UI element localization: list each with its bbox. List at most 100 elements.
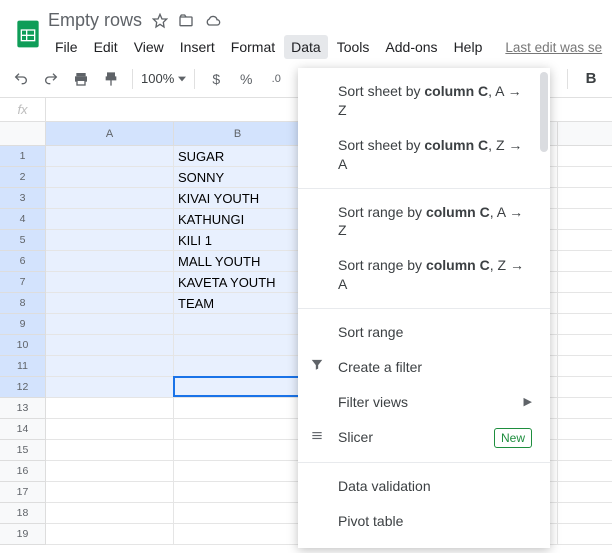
cell-A8[interactable]: [46, 293, 174, 314]
row-header-19[interactable]: 19: [0, 524, 46, 545]
row-header-13[interactable]: 13: [0, 398, 46, 419]
menu-randomize-range[interactable]: Randomize range: [298, 539, 550, 548]
cell-B8[interactable]: TEAM: [174, 293, 302, 314]
menu-create-filter[interactable]: Create a filter: [298, 350, 550, 385]
select-all-corner[interactable]: [0, 122, 46, 146]
cell-A7[interactable]: [46, 272, 174, 293]
cell-B5[interactable]: KILI 1: [174, 230, 302, 251]
cell-E8[interactable]: [558, 293, 612, 314]
cell-E9[interactable]: [558, 314, 612, 335]
menu-sort-sheet-az[interactable]: Sort sheet by column C, A → Z: [298, 74, 550, 128]
cell-A15[interactable]: [46, 440, 174, 461]
menu-help[interactable]: Help: [447, 35, 490, 59]
cell-E5[interactable]: [558, 230, 612, 251]
cell-E3[interactable]: [558, 188, 612, 209]
cell-E16[interactable]: [558, 461, 612, 482]
menu-filter-views[interactable]: Filter views ▶: [298, 385, 550, 420]
paint-format-icon[interactable]: [98, 66, 124, 92]
cell-A12[interactable]: [46, 377, 174, 398]
menu-data-validation[interactable]: Data validation: [298, 469, 550, 504]
row-header-7[interactable]: 7: [0, 272, 46, 293]
menu-sort-range[interactable]: Sort range: [298, 315, 550, 350]
row-header-1[interactable]: 1: [0, 146, 46, 167]
menu-sort-sheet-za[interactable]: Sort sheet by column C, Z → A: [298, 128, 550, 182]
cell-B15[interactable]: [174, 440, 302, 461]
row-header-11[interactable]: 11: [0, 356, 46, 377]
last-edit-link[interactable]: Last edit was se: [505, 40, 602, 55]
cell-A5[interactable]: [46, 230, 174, 251]
cell-A6[interactable]: [46, 251, 174, 272]
row-header-14[interactable]: 14: [0, 419, 46, 440]
cell-E2[interactable]: [558, 167, 612, 188]
row-header-8[interactable]: 8: [0, 293, 46, 314]
row-header-3[interactable]: 3: [0, 188, 46, 209]
menu-view[interactable]: View: [127, 35, 171, 59]
cell-E11[interactable]: [558, 356, 612, 377]
cell-E19[interactable]: [558, 524, 612, 545]
row-header-2[interactable]: 2: [0, 167, 46, 188]
cell-E12[interactable]: [558, 377, 612, 398]
row-header-18[interactable]: 18: [0, 503, 46, 524]
cell-E14[interactable]: [558, 419, 612, 440]
cell-A19[interactable]: [46, 524, 174, 545]
cell-B3[interactable]: KIVAI YOUTH: [174, 188, 302, 209]
cell-A14[interactable]: [46, 419, 174, 440]
menu-edit[interactable]: Edit: [87, 35, 125, 59]
column-header-A[interactable]: A: [46, 122, 174, 145]
cell-E13[interactable]: [558, 398, 612, 419]
cell-E15[interactable]: [558, 440, 612, 461]
cell-A18[interactable]: [46, 503, 174, 524]
cell-E4[interactable]: [558, 209, 612, 230]
cell-A17[interactable]: [46, 482, 174, 503]
row-header-16[interactable]: 16: [0, 461, 46, 482]
row-header-9[interactable]: 9: [0, 314, 46, 335]
row-header-5[interactable]: 5: [0, 230, 46, 251]
cell-B7[interactable]: KAVETA YOUTH: [174, 272, 302, 293]
column-header-B[interactable]: B: [174, 122, 302, 145]
menu-format[interactable]: Format: [224, 35, 282, 59]
cell-B13[interactable]: [174, 398, 302, 419]
cell-B1[interactable]: SUGAR: [174, 146, 302, 167]
cell-E7[interactable]: [558, 272, 612, 293]
row-header-6[interactable]: 6: [0, 251, 46, 272]
menu-slicer[interactable]: Slicer New: [298, 420, 550, 456]
sheets-logo[interactable]: [8, 8, 48, 60]
decrease-decimal-button[interactable]: .0: [263, 66, 289, 92]
cell-A2[interactable]: [46, 167, 174, 188]
cell-A3[interactable]: [46, 188, 174, 209]
cell-E17[interactable]: [558, 482, 612, 503]
cell-B18[interactable]: [174, 503, 302, 524]
cell-B6[interactable]: MALL YOUTH: [174, 251, 302, 272]
row-header-17[interactable]: 17: [0, 482, 46, 503]
document-title[interactable]: Empty rows: [48, 10, 142, 31]
cell-B10[interactable]: [174, 335, 302, 356]
cell-A10[interactable]: [46, 335, 174, 356]
zoom-select[interactable]: 100%: [141, 71, 186, 86]
cell-B12[interactable]: [174, 377, 302, 398]
cell-B17[interactable]: [174, 482, 302, 503]
cell-A13[interactable]: [46, 398, 174, 419]
star-icon[interactable]: [152, 13, 168, 29]
menu-insert[interactable]: Insert: [173, 35, 222, 59]
cell-B19[interactable]: [174, 524, 302, 545]
undo-icon[interactable]: [8, 66, 34, 92]
cell-B14[interactable]: [174, 419, 302, 440]
cell-B16[interactable]: [174, 461, 302, 482]
cell-E1[interactable]: [558, 146, 612, 167]
print-icon[interactable]: [68, 66, 94, 92]
cell-A11[interactable]: [46, 356, 174, 377]
menu-pivot-table[interactable]: Pivot table: [298, 504, 550, 539]
menu-sort-range-za[interactable]: Sort range by column C, Z → A: [298, 248, 550, 302]
menu-sort-range-az[interactable]: Sort range by column C, A → Z: [298, 195, 550, 249]
cell-B2[interactable]: SONNY: [174, 167, 302, 188]
percent-button[interactable]: %: [233, 66, 259, 92]
cell-B11[interactable]: [174, 356, 302, 377]
cell-B9[interactable]: [174, 314, 302, 335]
column-header-E[interactable]: E: [558, 122, 612, 145]
menu-tools[interactable]: Tools: [330, 35, 377, 59]
cell-E10[interactable]: [558, 335, 612, 356]
bold-button[interactable]: B: [578, 66, 604, 92]
cell-A9[interactable]: [46, 314, 174, 335]
menu-data[interactable]: Data: [284, 35, 328, 59]
move-icon[interactable]: [178, 13, 194, 29]
